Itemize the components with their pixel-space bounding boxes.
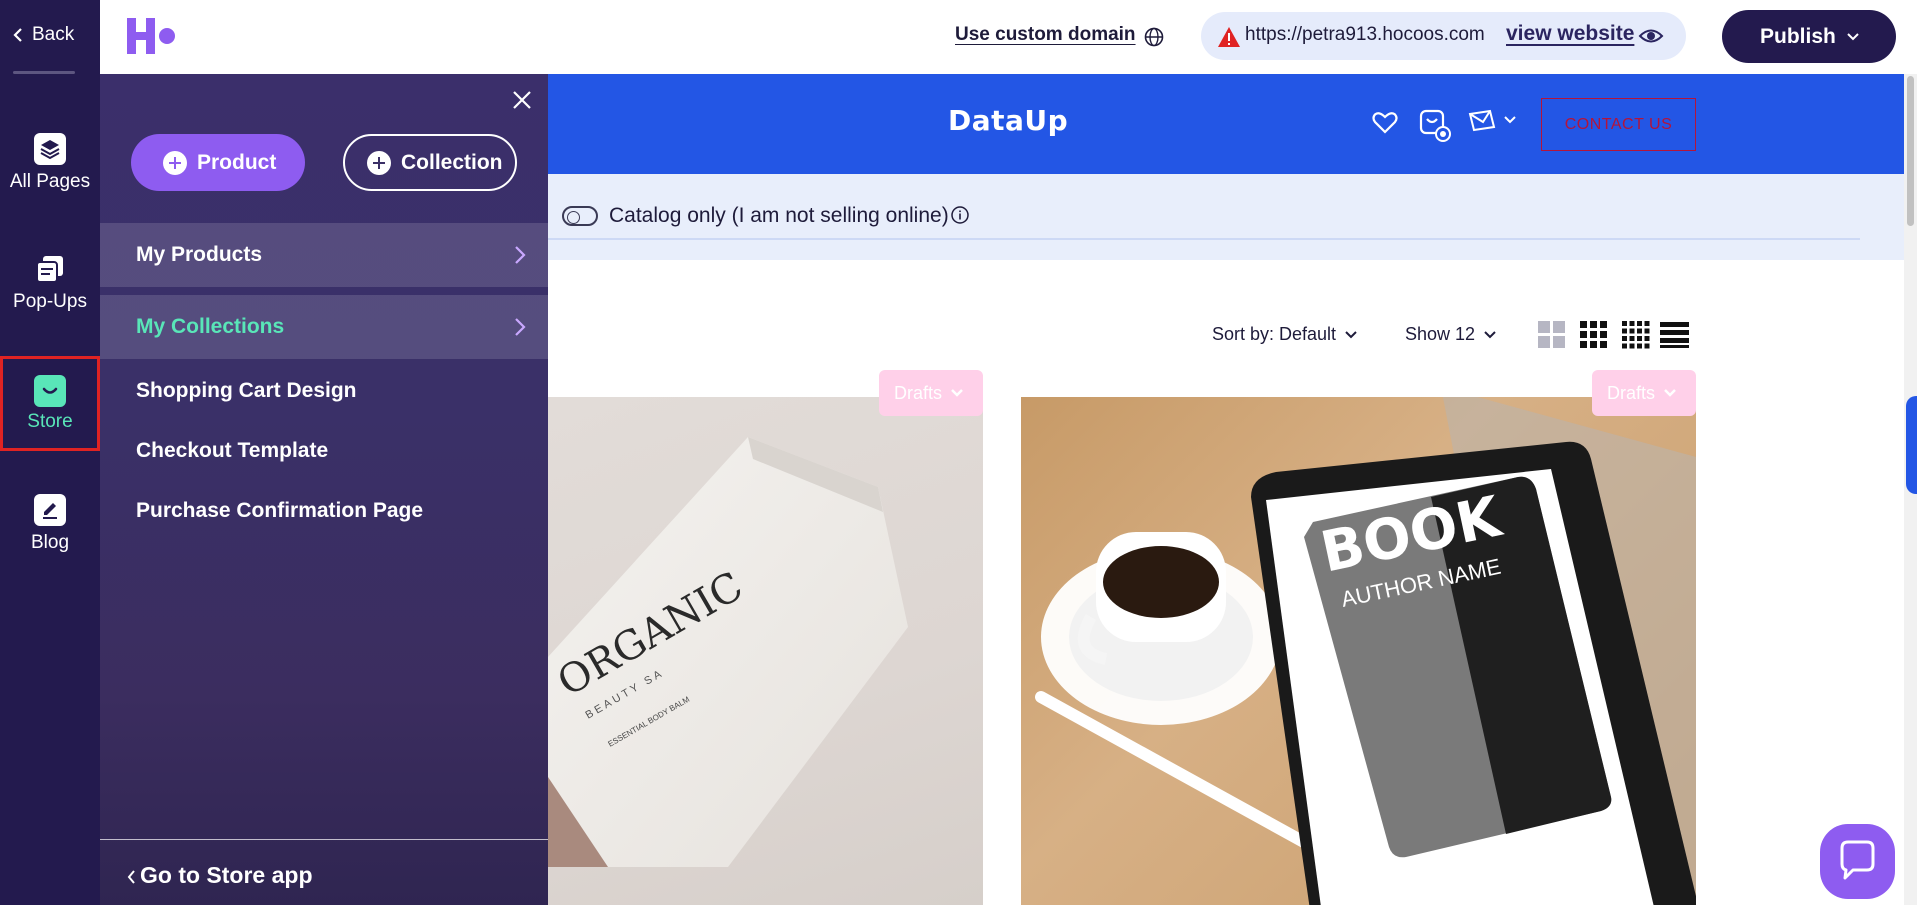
globe-icon [1144,27,1164,47]
hocoos-logo [127,18,175,54]
close-icon[interactable] [510,88,534,112]
sort-label: Sort by: Default [1212,324,1337,344]
product-card-organic-balm[interactable]: ORGANIC BEAUTY SA ESSENTIAL BODY BALM [548,397,983,905]
menu-item-label: My Collections [136,315,285,338]
shopping-bag-icon [34,375,66,407]
panel-divider [100,839,548,840]
rail-item-pop-ups[interactable]: Pop-Ups [0,245,100,341]
popups-icon [34,253,66,285]
store-panel: Product Collection My Products My Collec… [100,74,548,905]
back-underline [13,71,75,74]
chevron-down-icon [1664,389,1676,397]
drafts-status-dropdown[interactable]: Drafts [1592,370,1696,416]
left-rail: Back All Pages Pop-Ups Store Blog [0,0,100,905]
rail-label-store: Store [27,411,73,432]
catalog-only-label: Catalog only (I am not selling online) [609,204,949,227]
rail-label-all-pages: All Pages [9,171,91,192]
chevron-down-icon [1345,330,1357,338]
chat-bubble-icon [1840,840,1875,880]
plus-circle-icon [163,150,187,175]
publish-label: Publish [1760,24,1836,48]
sort-dropdown[interactable]: Sort by: Default [1212,324,1358,345]
info-icon[interactable] [950,205,970,225]
menu-item-label: My Products [136,243,263,266]
menu-item-shopping-cart-design[interactable]: Shopping Cart Design [136,379,357,403]
site-header [548,74,1904,174]
chevron-right-icon [515,318,526,336]
menu-item-checkout-template[interactable]: Checkout Template [136,439,328,463]
catalog-divider [548,238,1860,240]
chevron-down-icon [1847,32,1859,40]
menu-item-my-collections[interactable]: My Collections [100,295,548,359]
eye-icon[interactable] [1638,25,1664,47]
rail-item-blog[interactable]: Blog [0,486,100,582]
menu-item-purchase-confirmation[interactable]: Purchase Confirmation Page [136,499,423,523]
site-brand[interactable]: DataUp [948,104,1068,137]
app-root: Back All Pages Pop-Ups Store Blog Use cu… [0,0,1917,905]
rail-item-store[interactable]: Store [0,356,100,451]
go-to-store-app-link[interactable]: Go to Store app [126,862,313,889]
chevron-left-icon [127,869,135,884]
site-url: https://petra913.hocoos.com [1245,24,1485,45]
ebook-tablet-image: BOOK AUTHOR NAME [1035,397,1696,905]
drafts-label: Drafts [894,382,943,403]
product-card-ebook[interactable]: BOOK AUTHOR NAME [1021,397,1696,905]
rail-item-all-pages[interactable]: All Pages [0,125,100,221]
mail-icon[interactable] [1467,108,1497,134]
blog-edit-icon [34,494,66,526]
publish-button[interactable]: Publish [1722,10,1896,63]
rail-label-pop-ups: Pop-Ups [13,291,87,312]
add-collection-button[interactable]: Collection [343,134,517,191]
plus-circle-icon [367,150,391,175]
grid-2-view-icon[interactable] [1537,320,1566,349]
add-product-button[interactable]: Product [131,134,305,191]
view-website-link[interactable]: view website [1506,22,1634,46]
organic-balm-image: ORGANIC BEAUTY SA ESSENTIAL BODY BALM [548,437,908,867]
chevron-right-icon [515,246,526,264]
grid-4-view-icon[interactable] [1621,320,1650,349]
catalog-only-toggle[interactable] [562,206,598,226]
side-tab[interactable] [1906,396,1917,494]
rail-label-blog: Blog [30,532,70,553]
show-count-dropdown[interactable]: Show 12 [1405,324,1497,345]
warning-icon [1218,27,1240,47]
back-button[interactable]: Back [12,24,74,46]
menu-item-my-products[interactable]: My Products [100,223,548,287]
drafts-label: Drafts [1607,382,1656,403]
go-store-label: Go to Store app [140,862,313,888]
back-label: Back [32,24,75,45]
chevron-down-icon [951,389,963,397]
help-chat-button[interactable] [1820,824,1895,899]
drafts-status-dropdown[interactable]: Drafts [879,370,983,416]
chevron-down-icon[interactable] [1503,115,1517,125]
cart-bag-icon[interactable] [1418,106,1452,144]
chevron-down-icon [1484,330,1496,338]
layers-icon [34,133,66,165]
contact-us-button[interactable]: CONTACT US [1541,98,1696,151]
show-label: Show 12 [1405,324,1476,344]
heart-icon[interactable] [1370,107,1400,137]
chevron-left-icon [13,28,22,42]
use-custom-domain-link[interactable]: Use custom domain [955,24,1136,46]
scrollbar-thumb[interactable] [1907,76,1914,226]
add-product-label: Product [197,150,277,174]
add-collection-label: Collection [401,150,503,174]
grid-3-view-icon[interactable] [1579,320,1608,349]
list-view-icon[interactable] [1660,320,1689,349]
